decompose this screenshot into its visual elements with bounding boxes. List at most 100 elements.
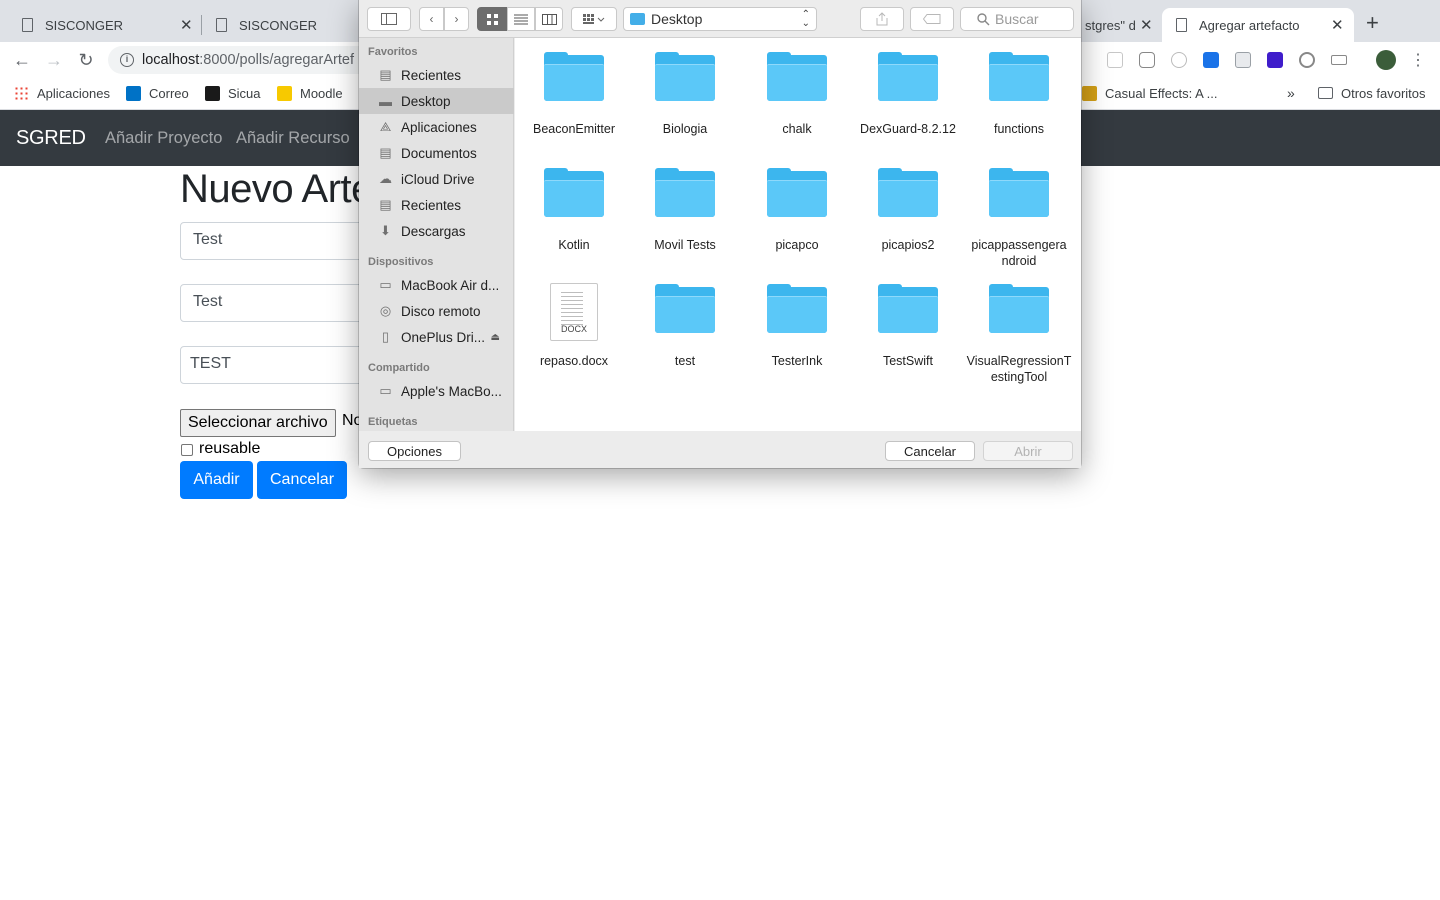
avatar[interactable] [1376,50,1396,70]
bookmark-aplicaciones[interactable]: Aplicaciones [14,84,110,102]
browser-tab-3[interactable]: stgres" d ✕ [1081,8,1159,42]
back-icon[interactable]: ‹ [419,7,444,31]
tag-icon[interactable] [910,7,954,31]
file-name: test [674,354,696,368]
file-item-test[interactable]: test [629,284,741,369]
file-name: TesterInk [771,354,823,368]
extension-icon[interactable] [1331,55,1347,65]
bookmark-correo[interactable]: Correo [126,84,189,102]
bookmark-moodle[interactable]: Moodle [277,84,343,102]
eject-icon[interactable]: ⏏ [491,332,500,343]
menu-kebab-icon[interactable]: ⋮ [1407,49,1429,71]
nav-anadir-recurso[interactable]: Añadir Recurso [236,129,350,148]
forward-icon[interactable]: → [43,49,65,71]
column-view-icon[interactable] [535,7,563,31]
sidebar-item-apple-macbook[interactable]: ▭ Apple's MacBo... [359,378,514,404]
open-button[interactable]: Abrir [983,441,1073,461]
file-item-testerink[interactable]: TesterInk [741,284,853,369]
browser-tab-1[interactable]: SISCONGER ✕ [0,8,200,42]
extension-icon[interactable] [1139,52,1155,68]
extension-icon[interactable] [1107,52,1123,68]
choose-file-button[interactable]: Seleccionar archivo [180,409,336,437]
share-icon[interactable] [860,7,904,31]
file-name: DexGuard-8.2.12 [860,122,956,136]
browser-tab-2[interactable]: SISCONGER [202,8,359,42]
options-button[interactable]: Opciones [368,441,461,461]
file-item-visualregressiontestingtool[interactable]: VisualRegressionT estingTool [963,284,1075,385]
file-item-chalk[interactable]: chalk [741,52,853,137]
bookmark-label: Casual Effects: A ... [1105,85,1218,101]
file-item-picapco[interactable]: picapco [741,168,853,253]
bookmark-otros-favoritos[interactable]: Otros favoritos [1318,84,1426,102]
extension-icon[interactable] [1235,52,1251,68]
close-tab-icon[interactable]: ✕ [1331,16,1344,34]
folder-icon [544,52,604,101]
file-item-movil-tests[interactable]: Movil Tests [629,168,741,253]
sidebar-item-recientes[interactable]: ▤ Recientes [359,62,514,88]
reusable-checkbox[interactable] [181,444,193,456]
moodle-icon [277,85,292,101]
search-icon [977,12,990,25]
close-tab-icon[interactable]: ✕ [180,16,193,34]
sidebar-item-label: Descargas [401,223,466,239]
folder-icon [989,168,1049,217]
address-bar[interactable]: i localhost:8000/polls/agregarArtef [108,46,366,74]
file-item-beaconemitter[interactable]: BeaconEmitter [518,52,630,137]
sidebar-heading-dispositivos: Dispositivos [368,256,434,268]
brand-link[interactable]: SGRED [16,127,86,150]
disc-icon: ◎ [379,303,392,318]
cloud-icon: ☁ [379,171,392,186]
file-item-picapios2[interactable]: picapios2 [852,168,964,253]
sidebar-item-disco-remoto[interactable]: ◎ Disco remoto [359,298,514,324]
sidebar-item-documentos[interactable]: ▤ Documentos [359,140,514,166]
extension-icon[interactable] [1299,52,1315,68]
file-item-picappassengerandroid[interactable]: picappassengera ndroid [963,168,1075,269]
site-info-icon[interactable]: i [120,53,134,67]
back-icon[interactable]: ← [11,49,33,71]
extension-icon[interactable] [1203,52,1219,68]
forward-icon[interactable]: › [444,7,469,31]
bookmark-sicua[interactable]: Sicua [205,84,261,102]
sidebar-heading-favoritos: Favoritos [368,46,418,58]
sidebar-item-desktop[interactable]: ▬ Desktop [359,88,514,114]
sidebar-item-label: OnePlus Dri... [401,329,486,345]
drive-icon: ▯ [381,329,390,344]
search-input[interactable]: Buscar [960,7,1074,31]
sidebar-item-aplicaciones[interactable]: ⟁ Aplicaciones [359,114,514,140]
location-popup[interactable]: Desktop ⌃ ⌄ [623,7,817,31]
sidebar-item-descargas[interactable]: ⬇ Descargas [359,218,514,244]
file-item-dexguard[interactable]: DexGuard-8.2.12 [852,52,964,137]
cancel-button[interactable]: Cancelar [257,461,347,499]
bookmark-label: Sicua [228,85,261,101]
bookmark-label: Moodle [300,85,343,101]
file-item-functions[interactable]: functions [963,52,1075,137]
sidebar-item-oneplus-drive[interactable]: ▯ OnePlus Dri... ⏏ [359,324,514,350]
dialog-cancel-button[interactable]: Cancelar [885,441,975,461]
reload-icon[interactable]: ↻ [75,49,97,71]
browser-tab-active[interactable]: Agregar artefacto ✕ [1162,8,1354,42]
group-by-icon[interactable] [571,7,617,31]
icon-view-icon[interactable] [477,7,507,31]
file-item-repaso-docx[interactable]: DOCX repaso.docx [518,283,630,369]
close-tab-icon[interactable]: ✕ [1140,16,1153,34]
nav-anadir-proyecto[interactable]: Añadir Proyecto [105,129,222,148]
folder-icon [767,168,827,217]
sidebar-item-recientes-2[interactable]: ▤ Recientes [359,192,514,218]
sidebar-toggle-icon[interactable] [367,7,411,31]
bookmark-casual-effects[interactable]: Casual Effects: A ... [1082,84,1218,102]
list-view-icon[interactable] [507,7,535,31]
bookmarks-overflow-icon[interactable]: » [1287,84,1295,102]
extension-icon[interactable] [1267,52,1283,68]
sidebar-item-label: Aplicaciones [401,119,477,135]
file-item-biologia[interactable]: Biologia [629,52,741,137]
extension-icon[interactable] [1171,52,1187,68]
file-item-kotlin[interactable]: Kotlin [518,168,630,253]
file-item-testswift[interactable]: TestSwift [852,284,964,369]
updown-chevron-icon: ⌃ ⌄ [801,9,810,29]
add-button[interactable]: Añadir [180,461,253,499]
new-tab-icon[interactable]: + [1366,12,1379,34]
sidebar-item-icloud-drive[interactable]: ☁ iCloud Drive [359,166,514,192]
file-name: picapco [775,238,819,252]
folder-icon [989,52,1049,101]
sidebar-item-macbook-air[interactable]: ▭ MacBook Air d... [359,272,514,298]
